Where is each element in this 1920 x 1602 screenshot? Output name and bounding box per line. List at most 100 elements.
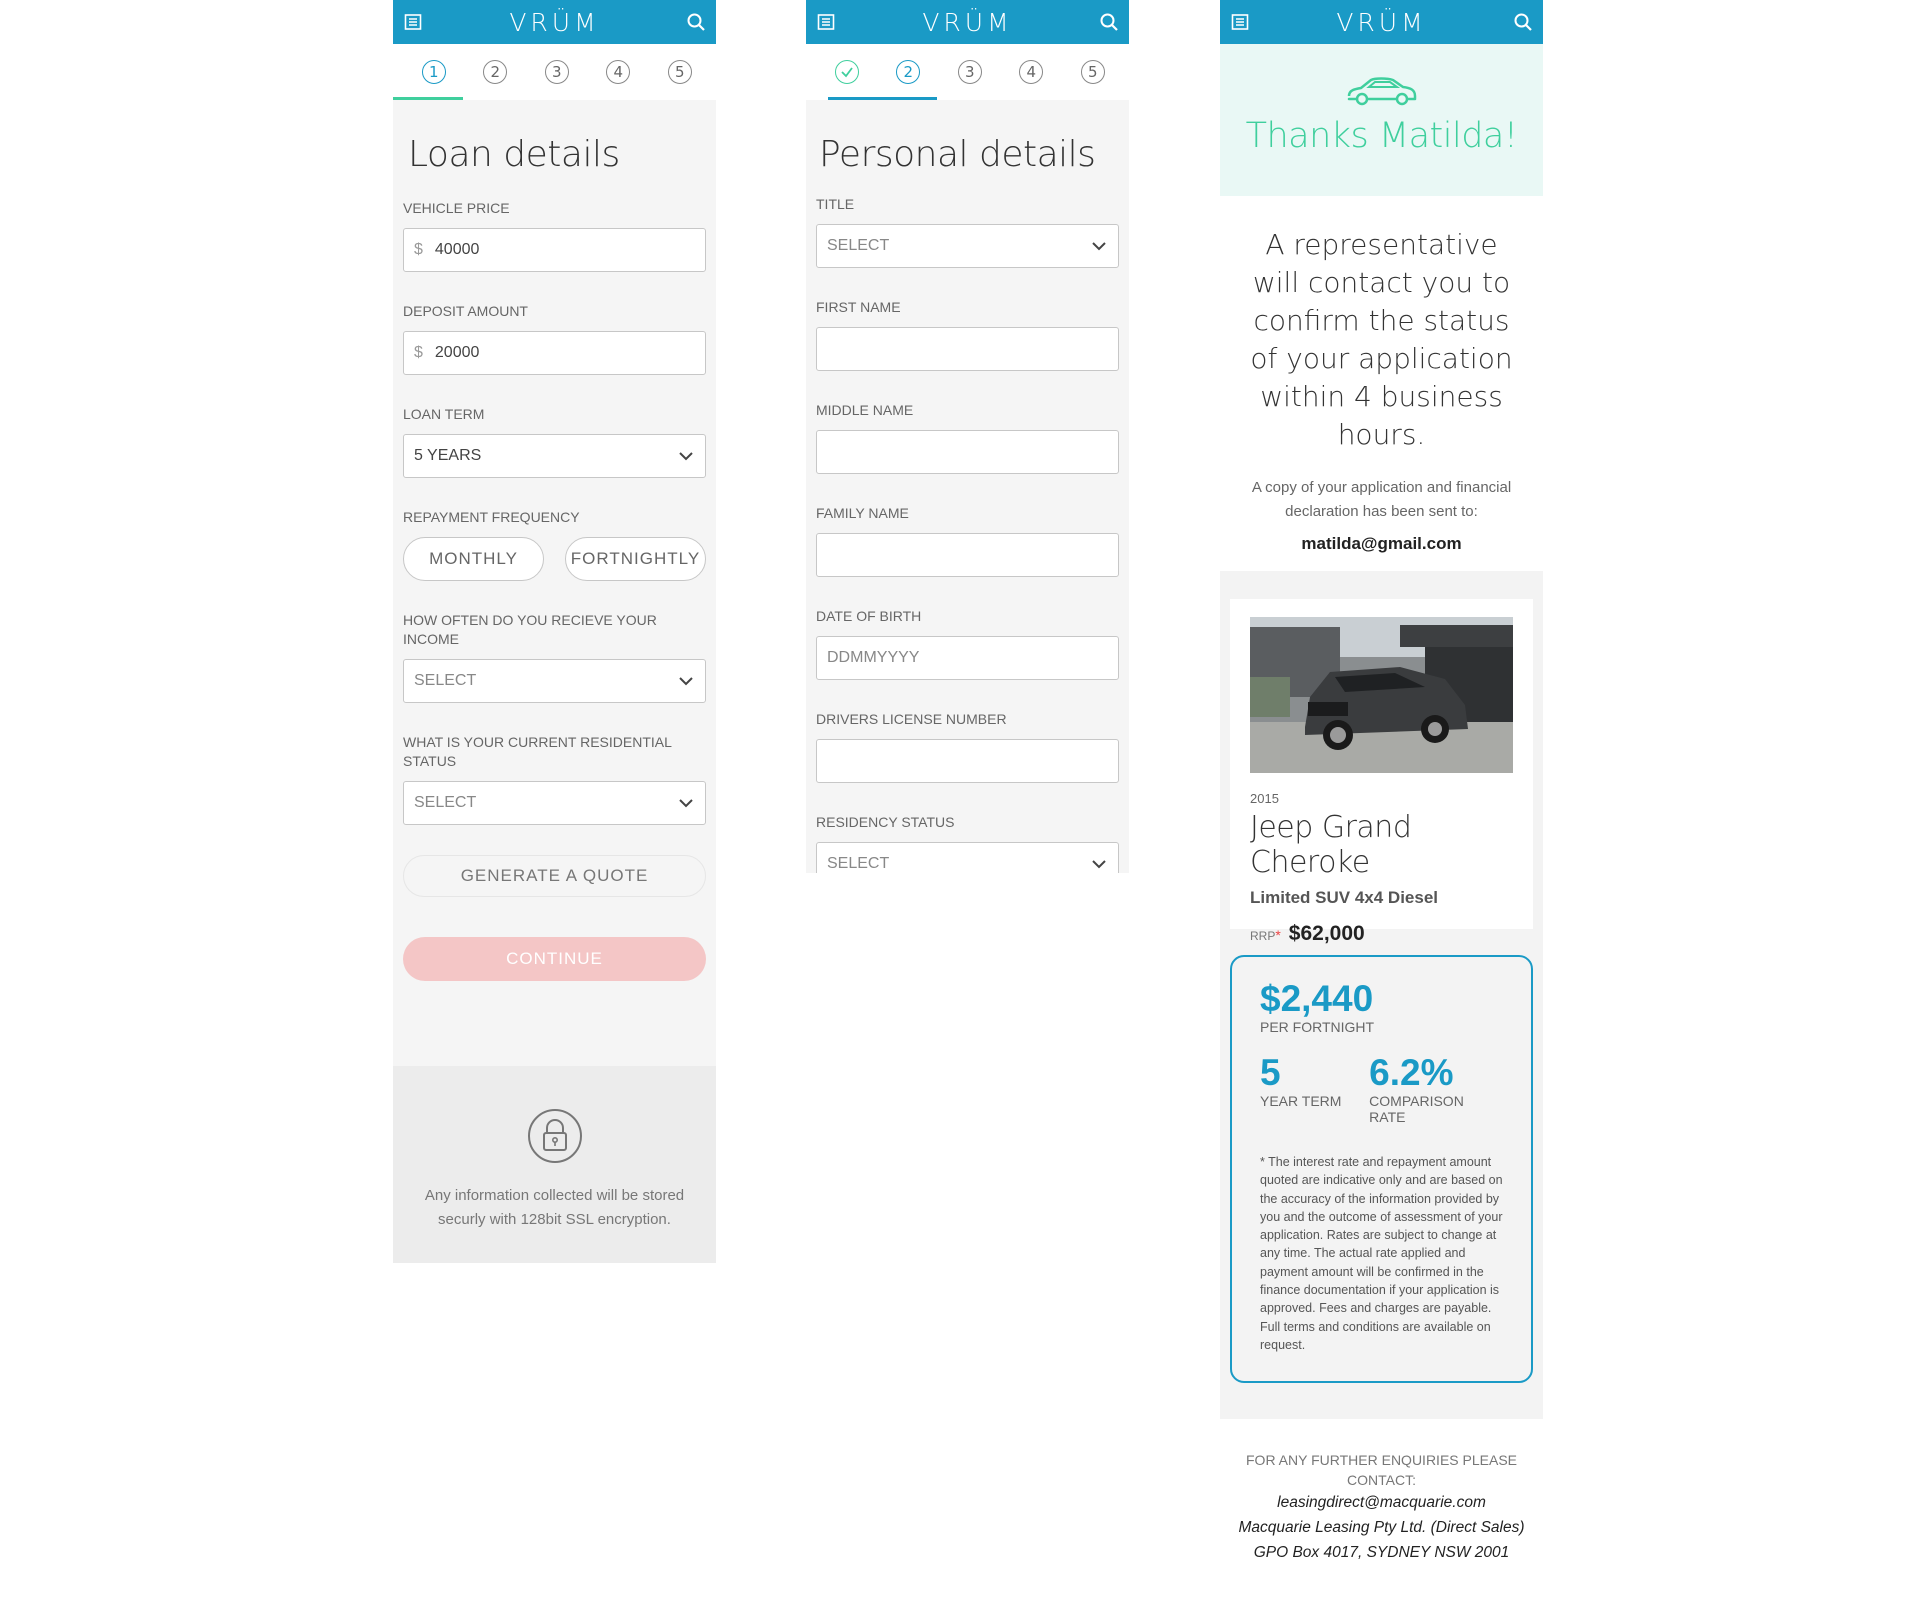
step-number: 1	[421, 60, 446, 84]
step-number: 5	[667, 60, 692, 84]
repayment-frequency-label: REPAYMENT FREQUENCY	[403, 509, 580, 525]
term-label: YEAR TERM	[1260, 1093, 1342, 1109]
quote-summary: $2,440 PER FORTNIGHT 5 YEAR TERM 6.2% CO…	[1230, 955, 1533, 1383]
income-frequency-value: SELECT	[414, 672, 477, 689]
step-number: 4	[1019, 60, 1044, 84]
residential-status-select[interactable]: SELECT	[403, 781, 706, 825]
family-name-input[interactable]	[816, 533, 1119, 577]
step-number: 2	[896, 60, 921, 84]
header-bar: VRÜM	[393, 0, 716, 44]
title-label: TITLE	[816, 196, 855, 212]
page-title: Personal details	[819, 134, 1096, 175]
contact-company: Macquarie Leasing Pty Ltd. (Direct Sales…	[1238, 1519, 1525, 1536]
chevron-down-icon	[677, 447, 695, 470]
step-3[interactable]: 3	[939, 44, 1001, 100]
step-4[interactable]: 4	[588, 44, 650, 100]
title-value: SELECT	[827, 237, 890, 254]
chevron-down-icon	[677, 672, 695, 695]
security-text: Any information collected will be stored…	[424, 1187, 685, 1228]
contact-email[interactable]: leasingdirect@macquarie.com	[1220, 1490, 1543, 1515]
lock-icon	[527, 1108, 583, 1164]
summary-section: 2015 Jeep Grand Cheroke Limited SUV 4x4 …	[1220, 571, 1543, 1419]
dob-placeholder: DDMMYYYY	[827, 649, 920, 666]
title-select[interactable]: SELECT	[816, 224, 1119, 268]
loan-term-value: 5 YEARS	[414, 447, 482, 464]
deposit-input[interactable]: $ 20000	[403, 331, 706, 375]
rrp-value: $62,000	[1288, 922, 1365, 945]
repayment-amount: $2,440	[1260, 978, 1374, 1019]
license-input[interactable]	[816, 739, 1119, 783]
step-number: 3	[957, 60, 982, 84]
step-number: 4	[606, 60, 631, 84]
step-indicator: 1 2 3 4 5	[393, 44, 716, 100]
residential-status-value: SELECT	[414, 794, 477, 811]
thanks-banner: Thanks Matilda!	[1220, 44, 1543, 196]
vehicle-price-input[interactable]: $ 40000	[403, 228, 706, 272]
search-icon[interactable]	[1511, 10, 1535, 34]
personal-details-screen: VRÜM 2 3 4 5 Personal details TITLE SELE…	[806, 0, 1129, 873]
middle-name-input[interactable]	[816, 430, 1119, 474]
currency-symbol: $	[414, 241, 423, 258]
income-frequency-label: HOW OFTEN DO YOU RECIEVE YOUR INCOME	[403, 612, 657, 647]
chevron-down-icon	[1090, 237, 1108, 260]
income-frequency-select[interactable]: SELECT	[403, 659, 706, 703]
loan-term-label: LOAN TERM	[403, 406, 485, 422]
vehicle-model: Jeep Grand Cheroke	[1250, 810, 1412, 880]
thanks-heading: Thanks Matilda!	[1245, 116, 1518, 156]
step-number: 3	[544, 60, 569, 84]
header-bar: VRÜM	[1220, 0, 1543, 44]
vehicle-card: 2015 Jeep Grand Cheroke Limited SUV 4x4 …	[1230, 599, 1533, 945]
step-1[interactable]: 1	[393, 44, 465, 100]
loan-term-select[interactable]: 5 YEARS	[403, 434, 706, 478]
first-name-label: FIRST NAME	[816, 299, 901, 315]
currency-symbol: $	[414, 344, 423, 361]
vehicle-price: RRP * $62,000	[1250, 922, 1513, 946]
term-value: 5	[1260, 1052, 1281, 1093]
step-number: 2	[483, 60, 508, 84]
residency-select[interactable]: SELECT	[816, 842, 1119, 873]
step-indicator: 2 3 4 5	[806, 44, 1129, 100]
security-notice: Any information collected will be stored…	[393, 1066, 716, 1263]
vehicle-price-value: 40000	[434, 241, 480, 258]
deposit-label: DEPOSIT AMOUNT	[403, 303, 528, 319]
disclaimer-text: * The interest rate and repayment amount…	[1260, 1155, 1503, 1352]
fortnightly-option[interactable]: FORTNIGHTLY	[565, 537, 706, 581]
residency-label: RESIDENCY STATUS	[816, 814, 955, 830]
rrp-label: RRP	[1250, 929, 1276, 943]
brand-logo: VRÜM	[509, 8, 600, 37]
step-1-complete[interactable]	[816, 44, 878, 100]
confirmation-screen: VRÜM Thanks Matilda! A representative wi…	[1220, 0, 1543, 1602]
page-title: Loan details	[408, 134, 620, 175]
car-icon	[1345, 74, 1419, 108]
chevron-down-icon	[1090, 855, 1108, 873]
recipient-email: matilda@gmail.com	[1301, 534, 1462, 553]
vehicle-photo	[1250, 617, 1513, 773]
step-2[interactable]: 2	[465, 44, 527, 100]
step-5[interactable]: 5	[649, 44, 711, 100]
dob-label: DATE OF BIRTH	[816, 608, 922, 624]
contact-footer: FOR ANY FURTHER ENQUIRIES PLEASE CONTACT…	[1220, 1450, 1543, 1565]
generate-quote-button[interactable]: GENERATE A QUOTE	[403, 855, 706, 897]
header-bar: VRÜM	[806, 0, 1129, 44]
middle-name-label: MIDDLE NAME	[816, 402, 914, 418]
search-icon[interactable]	[684, 10, 708, 34]
residency-value: SELECT	[827, 855, 890, 872]
vehicle-year: 2015	[1250, 791, 1279, 806]
dob-input[interactable]: DDMMYYYY	[816, 636, 1119, 680]
brand-logo: VRÜM	[1336, 8, 1427, 37]
rrp-asterisk: *	[1275, 927, 1281, 943]
step-5[interactable]: 5	[1062, 44, 1124, 100]
checkmark-icon	[834, 60, 859, 84]
confirmation-message: A representative will contact you to con…	[1250, 228, 1513, 451]
search-icon[interactable]	[1097, 10, 1121, 34]
comparison-rate-label: COMPARISON RATE	[1369, 1093, 1464, 1125]
step-2[interactable]: 2	[827, 44, 940, 100]
contact-heading: FOR ANY FURTHER ENQUIRIES PLEASE CONTACT…	[1246, 1452, 1517, 1488]
step-number: 5	[1080, 60, 1105, 84]
continue-button[interactable]: CONTINUE	[403, 937, 706, 981]
step-4[interactable]: 4	[1001, 44, 1063, 100]
step-3[interactable]: 3	[526, 44, 588, 100]
brand-logo: VRÜM	[922, 8, 1013, 37]
first-name-input[interactable]	[816, 327, 1119, 371]
monthly-option[interactable]: MONTHLY	[403, 537, 544, 581]
